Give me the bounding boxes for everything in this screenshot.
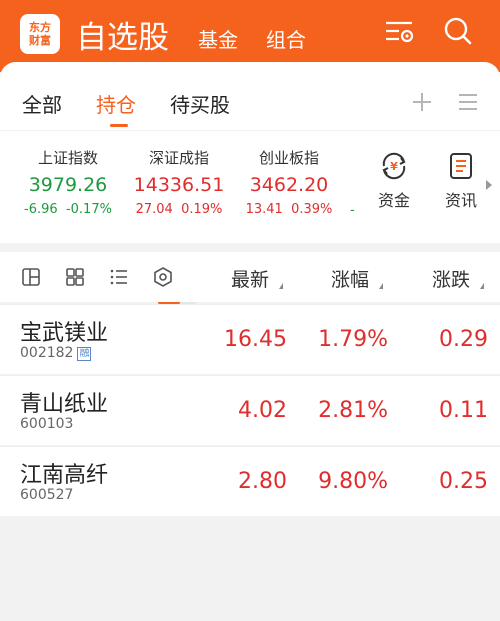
svg-text:¥: ¥ bbox=[390, 160, 398, 173]
quick-action-label: 资金 bbox=[377, 191, 410, 210]
logo-text-line2: 财富 bbox=[29, 34, 51, 47]
chevron-right-icon[interactable] bbox=[484, 177, 494, 196]
pct-change: 1.79% bbox=[318, 327, 388, 352]
price-change: 0.29 bbox=[439, 327, 488, 352]
column-header-pct-change[interactable]: 涨幅 bbox=[331, 265, 369, 292]
index-card-shenzhen[interactable]: 深证成指 14336.51 27.04 0.19% bbox=[124, 147, 234, 217]
stock-code: 600527 bbox=[20, 487, 74, 503]
stock-code: 600103 bbox=[20, 416, 74, 432]
watchlist-tabs: 全部 持仓 待买股 bbox=[0, 62, 500, 130]
app-logo[interactable]: 东方 财富 bbox=[20, 14, 60, 54]
index-value: 3462.20 bbox=[249, 174, 329, 196]
index-change: 13.41 0.39% bbox=[245, 202, 333, 217]
column-header-change[interactable]: 涨跌 bbox=[432, 265, 470, 292]
plus-icon[interactable] bbox=[410, 90, 434, 114]
list-view-icon[interactable] bbox=[108, 266, 130, 288]
table-row[interactable]: 青山纸业 600103 4.02 2.81% 0.11 bbox=[0, 375, 500, 445]
latest-price: 4.02 bbox=[238, 398, 287, 423]
index-card-shanghai[interactable]: 上证指数 3979.26 -6.96 -0.17% bbox=[12, 147, 124, 217]
index-change: 27.04 0.19% bbox=[135, 202, 223, 217]
sort-indicator-icon bbox=[379, 283, 383, 289]
money-flow-icon: ¥ bbox=[382, 152, 406, 180]
pct-change: 9.80% bbox=[318, 469, 388, 494]
quick-action-news[interactable]: 资讯 bbox=[439, 151, 483, 211]
index-value: 3979.26 bbox=[28, 174, 108, 196]
main-panel: 全部 持仓 待买股 上证指数 3979.26 -6.96 -0.17% 深证成指… bbox=[0, 62, 500, 621]
index-name: 创业板指 bbox=[258, 149, 319, 167]
header-tab-watchlist[interactable]: 自选股 bbox=[76, 12, 169, 57]
index-value: 14336.51 bbox=[133, 174, 225, 196]
quick-action-label: 资讯 bbox=[444, 191, 477, 210]
index-change: -6.96 -0.17% bbox=[24, 202, 112, 217]
search-icon[interactable] bbox=[440, 14, 476, 50]
news-icon bbox=[450, 153, 472, 179]
tab-to-buy[interactable]: 待买股 bbox=[170, 89, 230, 118]
logo-text-line1: 东方 bbox=[29, 21, 51, 34]
settings-list-icon[interactable] bbox=[382, 14, 418, 50]
header-tab-funds[interactable]: 基金 bbox=[198, 24, 238, 53]
active-tab-indicator bbox=[110, 124, 128, 127]
split-view-icon[interactable] bbox=[20, 266, 42, 288]
stock-name: 江南高纤 bbox=[20, 463, 109, 488]
menu-icon[interactable] bbox=[456, 90, 480, 114]
target-icon[interactable] bbox=[152, 266, 174, 288]
price-change: 0.11 bbox=[439, 398, 488, 423]
table-row[interactable]: 江南高纤 600527 2.80 9.80% 0.25 bbox=[0, 446, 500, 516]
index-card-chinext[interactable]: 创业板指 3462.20 13.41 0.39% bbox=[234, 147, 344, 217]
grid-view-icon[interactable] bbox=[64, 266, 86, 288]
stock-name: 宝武镁业 bbox=[20, 321, 109, 346]
index-overflow-text: - bbox=[350, 203, 355, 218]
price-change: 0.25 bbox=[439, 469, 488, 494]
stock-name: 青山纸业 bbox=[20, 392, 109, 417]
latest-price: 2.80 bbox=[238, 469, 287, 494]
header-tab-portfolio[interactable]: 组合 bbox=[266, 24, 306, 53]
margin-trading-badge: 融 bbox=[77, 347, 92, 361]
sort-indicator-icon bbox=[480, 283, 484, 289]
stock-code: 002182 融 bbox=[20, 345, 92, 361]
column-header-latest-price[interactable]: 最新 bbox=[231, 265, 269, 292]
quick-action-fund-flow[interactable]: ¥ 资金 bbox=[372, 151, 416, 211]
index-name: 深证成指 bbox=[148, 149, 209, 167]
list-header: 最新 涨幅 涨跌 bbox=[0, 252, 500, 302]
tab-all[interactable]: 全部 bbox=[22, 89, 62, 118]
table-row[interactable]: 宝武镁业 002182 融 16.45 1.79% 0.29 bbox=[0, 304, 500, 374]
index-name: 上证指数 bbox=[37, 149, 98, 167]
market-index-bar: 上证指数 3979.26 -6.96 -0.17% 深证成指 14336.51 … bbox=[0, 131, 500, 304]
sort-indicator-icon bbox=[279, 283, 283, 289]
tab-holdings[interactable]: 持仓 bbox=[96, 89, 136, 118]
latest-price: 16.45 bbox=[224, 327, 287, 352]
pct-change: 2.81% bbox=[318, 398, 388, 423]
